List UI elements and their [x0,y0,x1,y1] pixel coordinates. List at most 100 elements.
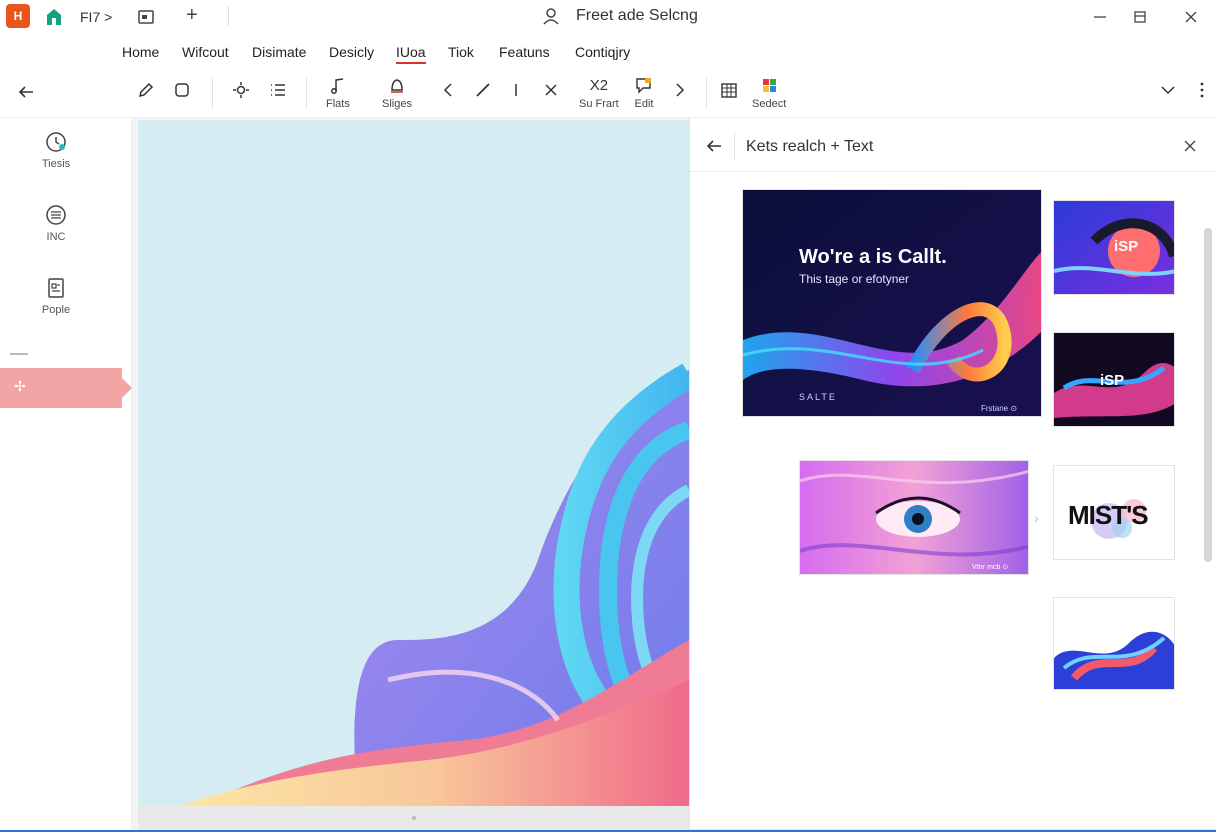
suprart-button[interactable]: X2 Su Frart [579,76,619,110]
edit-label: Edit [634,98,654,110]
pen-tool[interactable] [136,80,156,100]
menu-home[interactable]: Home [122,44,159,60]
sphere-artwork: iSP [1054,201,1174,294]
menu-contiqjry[interactable]: Contiqjry [575,44,630,60]
rail-item-label: Pople [41,304,71,316]
wave-dark-artwork: iSP [1054,333,1174,426]
menu-bar: Home Wifcout Disimate Desicly IUoa Tiok … [0,34,1216,68]
user-icon [543,8,559,25]
home-icon[interactable] [44,7,64,27]
panel-title: Kets realch + Text [746,138,874,155]
chevron-down-icon [1161,86,1175,95]
isp-text: iSP [1100,372,1124,389]
suprart-label: Su Frart [579,98,619,110]
hero-footer-left: SALTE [799,392,837,402]
divider [734,132,735,160]
design-thumbnail-swirl[interactable] [1053,597,1175,690]
mists-text: MIST'S [1068,500,1149,530]
comment-edit-icon [636,78,651,94]
menu-wifcout[interactable]: Wifcout [182,44,229,60]
cursor-tool[interactable] [506,80,526,100]
line-tool[interactable] [473,80,493,100]
table-button[interactable] [719,80,739,100]
more-vertical-icon [1200,82,1204,98]
menu-iuoa[interactable]: IUoa [396,44,426,64]
window-icon[interactable] [136,7,156,27]
clock-icon [46,132,66,152]
flats-label: Flats [326,98,350,110]
shape-tool[interactable] [172,80,192,100]
more-button[interactable] [1192,80,1212,100]
chevron-right-button[interactable] [670,80,690,100]
design-thumbnail-eye[interactable]: Vttrr mcb ⊙ [799,460,1029,575]
chevron-right-icon [676,83,685,97]
panel-scrollbar[interactable] [1204,228,1212,562]
editor-canvas[interactable] [132,118,689,830]
app-logo[interactable]: H [6,4,30,28]
menu-disimate[interactable]: Disimate [252,44,306,60]
chevron-left-button[interactable] [438,80,458,100]
tab-label[interactable]: FI7 > [80,9,112,25]
cross-tool[interactable] [541,80,561,100]
gear-icon [233,82,249,98]
design-panel: Kets realch + Text Wo're a is Callt. Thi… [689,118,1216,830]
divider [706,78,707,108]
calendar-grid-icon [721,83,737,98]
eye-footer: Vttrr mcb ⊙ [972,564,1009,571]
eye-artwork [800,461,1028,574]
chevron-right-icon[interactable]: › [1034,510,1039,526]
back-button[interactable] [16,82,36,102]
plus-icon[interactable]: + [186,4,198,27]
edit-button[interactable]: Edit [634,76,654,110]
canvas-scrollbar[interactable] [138,806,689,830]
panel-header: Kets realch + Text [690,118,1216,172]
move-icon: ✢ [14,378,26,394]
effects-tool[interactable] [231,80,251,100]
rail-item-label: Tiesis [41,158,71,170]
close-icon[interactable] [1182,138,1198,154]
list-circle-icon [46,205,66,225]
hero-title: Wo're a is Callt. [799,246,947,268]
document-title: Freet ade Selcng [576,7,698,24]
sliges-button[interactable]: Sliges [382,76,412,110]
wave-artwork [178,363,689,806]
divider [306,78,307,108]
rail-item-pople[interactable]: Pople [0,276,112,316]
isp-text: iSP [1114,238,1138,255]
design-thumbnail-hero[interactable]: Wo're a is Callt. This tage or efotyner … [742,189,1042,417]
rail-item-tiesis[interactable]: Tiesis [0,130,112,170]
arrow-left-icon [18,86,33,98]
sedect-button[interactable]: Sedect [752,76,786,110]
x2-label: X2 [589,77,609,94]
menu-tiok[interactable]: Tiok [448,44,474,60]
toolbar: Flats Sliges X2 Su Frart Edit 1 Sedect [0,68,1216,151]
design-thumbnail-isp-2[interactable]: iSP [1053,332,1175,427]
document-icon [48,278,64,298]
swirl-artwork [1054,631,1174,689]
close-button[interactable] [1176,4,1206,30]
hero-footer-right: Frstane ⊙ [981,404,1018,413]
slide-canvas[interactable] [138,120,689,806]
sedect-label: Sedect [752,98,787,110]
music-note-icon [330,78,344,94]
rail-item-label: INC [46,231,66,243]
rail-item-active[interactable]: ✢ [0,368,132,408]
design-thumbnail-mists[interactable]: MIST'S [1053,465,1175,560]
bell-icon [390,79,403,93]
collapse-button[interactable] [1158,80,1178,100]
menu-desicly[interactable]: Desicly [329,44,374,60]
list-tool[interactable] [268,80,288,100]
divider [228,6,229,26]
chevron-left-icon [443,83,452,97]
pen-icon [138,82,154,98]
flats-button[interactable]: Flats [326,76,350,110]
rail-item-inc[interactable]: INC [0,203,112,243]
menu-featuns[interactable]: Featuns [499,44,550,60]
restore-icon [1134,11,1146,23]
design-thumbnail-isp-1[interactable]: iSP [1053,200,1175,295]
restore-button[interactable] [1125,4,1155,30]
arrow-left-icon[interactable] [704,136,724,156]
minimize-button[interactable] [1085,4,1115,30]
title-bar: H FI7 > + Freet ade Selcng [0,0,1216,34]
scroll-handle[interactable] [412,816,416,820]
